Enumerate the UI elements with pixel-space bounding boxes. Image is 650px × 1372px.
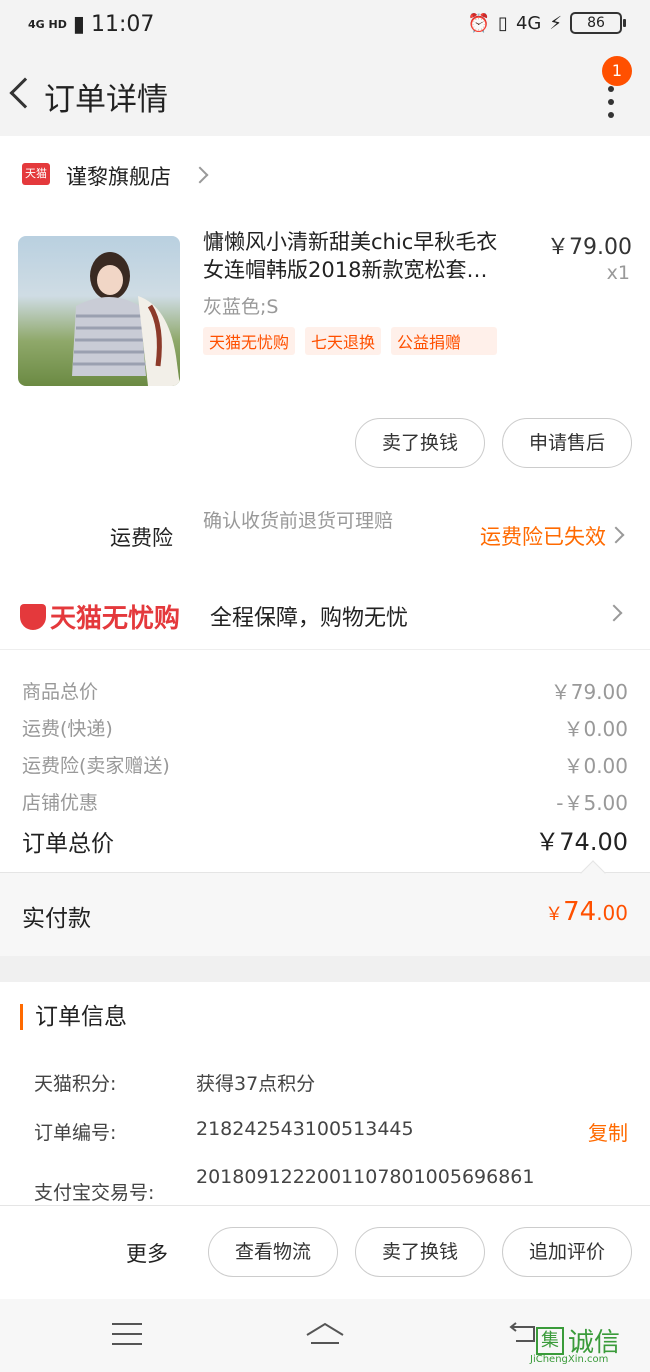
tag-seven-day-return: 七天退换 <box>305 327 382 355</box>
store-discount-label: 店铺优惠 <box>22 792 99 814</box>
more-menu-icon[interactable] <box>608 86 616 118</box>
order-number-value: 218242543100513445 <box>196 1118 414 1140</box>
add-review-button[interactable]: 追加评价 <box>502 1227 632 1277</box>
tag-charity: 公益捐赠 <box>391 327 498 355</box>
order-info-heading: 订单信息 <box>20 1004 127 1030</box>
worry-free-brand: 天猫无忧购 <box>50 604 181 634</box>
title-bar: 订单详情 1 <box>0 50 650 136</box>
network-4g: 4G <box>515 12 542 34</box>
shipping-insurance-status[interactable]: 运费险已失效 <box>480 521 606 551</box>
back-arrow-icon[interactable] <box>9 77 41 109</box>
product-title-line2: 女连帽韩版2018新款宽松套… <box>203 258 488 282</box>
chevron-right-icon <box>605 604 623 622</box>
vibrate-icon: ▯ <box>498 12 508 34</box>
paid-decimal: .00 <box>596 901 628 925</box>
amount-paid-label: 实付款 <box>22 906 91 932</box>
shipping-fee-label: 运费(快递) <box>22 718 113 740</box>
copy-order-number-button[interactable]: 复制 <box>588 1117 628 1146</box>
shipping-fee-value: ￥0.00 <box>563 717 628 741</box>
watermark-char: 集 <box>536 1326 564 1355</box>
charging-icon: ⚡ <box>549 12 562 34</box>
amount-paid-row: 实付款 ￥74.00 <box>0 872 650 956</box>
store-discount-value: -￥5.00 <box>556 791 628 815</box>
paid-integer: 74 <box>563 897 597 927</box>
worry-free-logo: 天猫无忧购 <box>20 598 180 635</box>
amount-paid-value: ￥74.00 <box>545 897 628 927</box>
chevron-right-icon <box>191 166 209 184</box>
shield-icon <box>20 603 46 630</box>
alipay-trade-label: 支付宝交易号: <box>34 1182 155 1204</box>
status-time: 11:07 <box>90 12 155 37</box>
store-name[interactable]: 谨黎旗舰店 <box>66 161 171 191</box>
page-title: 订单详情 <box>44 82 168 118</box>
worry-free-row[interactable]: 天猫无忧购 全程保障，购物无忧 <box>0 578 650 650</box>
status-right: ⏰ ▯ 4G ⚡ 86 <box>467 12 626 34</box>
bottom-action-bar: 更多 查看物流 卖了换钱 追加评价 <box>0 1205 650 1299</box>
paid-currency: ￥ <box>545 904 564 925</box>
product-image[interactable] <box>18 236 180 386</box>
sell-for-cash-bottom-button[interactable]: 卖了换钱 <box>355 1227 485 1277</box>
network-indicator: 4G HD <box>28 17 67 31</box>
product-price: ￥79.00 <box>547 235 632 260</box>
shipping-insurance-description: 确认收货前退货可理赔 <box>203 510 394 532</box>
insurance-fee-value: ￥0.00 <box>563 754 628 778</box>
battery-icon: 86 <box>570 12 626 34</box>
subtotal-value: ￥79.00 <box>550 680 628 704</box>
insurance-fee-label: 运费险(卖家赠送) <box>22 755 170 777</box>
product-tags: 天猫无忧购 七天退换 公益捐赠 <box>203 327 498 355</box>
status-bar: 4G HD ▮ 11:07 ⏰ ▯ 4G ⚡ 86 <box>0 0 650 50</box>
signal-icon: ▮ <box>72 12 85 37</box>
subtotal-label: 商品总价 <box>22 681 99 703</box>
section-divider <box>0 956 650 982</box>
product-sku: 灰蓝色;S <box>203 296 279 318</box>
alarm-icon: ⏰ <box>467 12 491 34</box>
sell-for-cash-button[interactable]: 卖了换钱 <box>355 418 485 468</box>
points-label: 天猫积分: <box>34 1073 117 1095</box>
worry-free-text: 全程保障，购物无忧 <box>210 606 409 631</box>
more-actions-button[interactable]: 更多 <box>126 1238 168 1268</box>
after-sales-button[interactable]: 申请售后 <box>502 418 632 468</box>
order-total-label: 订单总价 <box>22 831 114 857</box>
status-left: 4G HD ▮ 11:07 <box>28 12 154 37</box>
back-nav-icon[interactable] <box>508 1321 538 1347</box>
alipay-trade-value: 2018091222001107801005696861 <box>196 1166 535 1188</box>
watermark-url: JiChengXin.com <box>530 1354 609 1365</box>
points-value: 获得37点积分 <box>196 1073 316 1095</box>
store-row[interactable]: 天猫 谨黎旗舰店 <box>0 136 650 216</box>
product-title[interactable]: 慵懒风小清新甜美chic早秋毛衣 女连帽韩版2018新款宽松套… <box>203 228 533 284</box>
tmall-logo-icon: 天猫 <box>22 163 50 185</box>
product-quantity: x1 <box>606 262 630 284</box>
tag-worry-free: 天猫无忧购 <box>203 327 296 355</box>
order-number-label: 订单编号: <box>34 1122 117 1144</box>
shipping-insurance-label: 运费险 <box>110 526 173 550</box>
order-total-value: ￥74.00 <box>535 828 628 856</box>
recent-apps-icon[interactable] <box>112 1323 142 1345</box>
chevron-right-icon <box>607 526 625 544</box>
notification-badge[interactable]: 1 <box>602 56 632 86</box>
home-icon[interactable] <box>305 1321 345 1347</box>
product-photo-icon <box>72 252 180 386</box>
view-logistics-button[interactable]: 查看物流 <box>208 1227 338 1277</box>
product-title-line1: 慵懒风小清新甜美chic早秋毛衣 <box>203 230 498 254</box>
